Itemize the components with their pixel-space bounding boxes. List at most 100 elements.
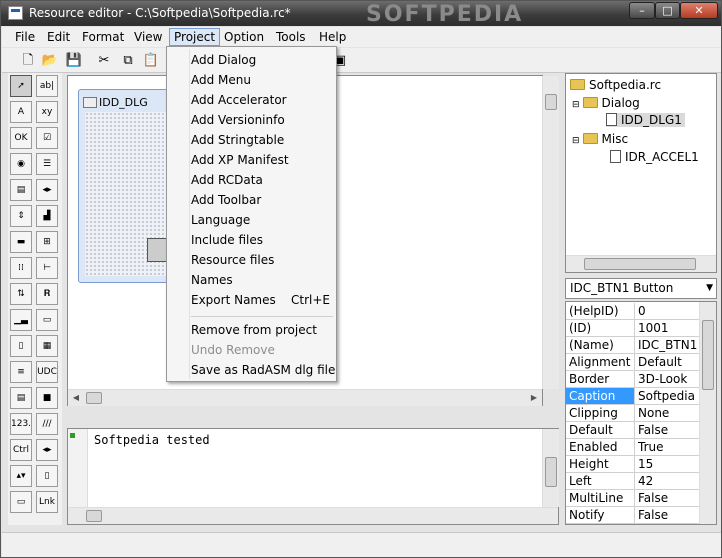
scroll-left-icon[interactable]: ◀: [68, 390, 84, 406]
richedit-tool[interactable]: ≡: [10, 361, 32, 383]
menu-project[interactable]: Project: [169, 28, 221, 46]
property-value[interactable]: 3D-Look: [636, 371, 699, 387]
property-row[interactable]: Notify False: [566, 507, 699, 524]
menu-item-include-files[interactable]: Include files: [191, 231, 263, 249]
output-vscrollbar[interactable]: [542, 429, 559, 507]
mdi-tool[interactable]: ▭: [10, 491, 32, 513]
menu-item-add-toolbar[interactable]: Add Toolbar: [191, 191, 261, 209]
hotkey-tool[interactable]: ///: [36, 413, 58, 435]
link-tool[interactable]: Lnk: [36, 491, 58, 513]
menu-view[interactable]: View: [130, 29, 166, 45]
tab-tool[interactable]: ▯: [10, 335, 32, 357]
output-hscroll-thumb[interactable]: [86, 510, 102, 522]
menu-item-add-dialog[interactable]: Add Dialog: [191, 51, 256, 69]
menu-item-add-accelerator[interactable]: Add Accelerator: [191, 91, 287, 109]
open-folder-icon[interactable]: 📂: [41, 52, 59, 69]
menu-help[interactable]: Help: [315, 29, 350, 45]
property-value[interactable]: IDC_BTN1: [636, 337, 699, 353]
copy-icon[interactable]: ⧉: [119, 52, 137, 69]
minimize-button[interactable]: –: [629, 2, 655, 19]
menu-item-export-names[interactable]: Export Names: [191, 291, 276, 309]
property-value[interactable]: False: [636, 507, 699, 523]
menu-item-add-versioninfo[interactable]: Add Versioninfo: [191, 111, 285, 129]
ipaddress-tool[interactable]: 123.: [10, 413, 32, 435]
menu-item-add-menu[interactable]: Add Menu: [191, 71, 251, 89]
tree-root[interactable]: Softpedia.rc: [570, 78, 661, 92]
progress-tool[interactable]: ▬: [10, 231, 32, 253]
menu-file[interactable]: File: [11, 29, 39, 45]
menu-item-add-xp-manifest[interactable]: Add XP Manifest: [191, 151, 289, 169]
props-vscroll-thumb[interactable]: [702, 320, 714, 390]
property-value[interactable]: False: [636, 422, 699, 438]
datetime-tool[interactable]: ▤: [10, 387, 32, 409]
tree-hscrollbar[interactable]: [566, 255, 716, 272]
treeview-tool[interactable]: ⊞: [36, 231, 58, 253]
updown-tool[interactable]: ⇕: [10, 205, 32, 227]
edittext-tool[interactable]: ab|: [36, 75, 58, 97]
menu-edit[interactable]: Edit: [43, 29, 74, 45]
ctrl-tool[interactable]: Ctrl: [10, 439, 32, 461]
property-value[interactable]: 0: [636, 303, 699, 319]
tree-item-idd-dlg1[interactable]: IDD_DLG1: [606, 113, 685, 127]
design-hscrollbar[interactable]: ◀ ▶: [68, 389, 542, 406]
property-row[interactable]: Left 42: [566, 473, 699, 490]
props-vscrollbar[interactable]: [699, 302, 716, 524]
pointer-tool[interactable]: ➚: [10, 75, 32, 97]
combobox-tool[interactable]: ▤: [10, 179, 32, 201]
property-row[interactable]: (HelpID) 0: [566, 303, 699, 320]
menu-option[interactable]: Option: [220, 29, 268, 45]
selected-button-control[interactable]: [147, 238, 167, 262]
property-value[interactable]: Softpedia: [636, 388, 699, 404]
title-bar[interactable]: Resource editor - C:\Softpedia\Softpedia…: [1, 1, 721, 27]
property-row[interactable]: MultiLine False: [566, 490, 699, 507]
maximize-button[interactable]: □: [655, 2, 680, 19]
image-tool[interactable]: ▟: [36, 205, 58, 227]
control-selector[interactable]: IDC_BTN1 Button ▼: [565, 278, 717, 299]
rebar-tool[interactable]: ▁▃: [10, 309, 32, 331]
static-text-tool[interactable]: A: [10, 101, 32, 123]
paste-icon[interactable]: 📋: [142, 52, 160, 69]
statusbar-tool[interactable]: ▭: [36, 309, 58, 331]
cut-icon[interactable]: ✂: [95, 52, 113, 69]
design-vscroll-thumb[interactable]: [545, 94, 557, 110]
tree-item-idr-accel1[interactable]: IDR_ACCEL1: [610, 150, 699, 164]
grid-tool[interactable]: ▦: [36, 335, 58, 357]
output-pane[interactable]: Softpedia tested: [67, 428, 559, 525]
listview-tool[interactable]: ⁞⁞: [10, 257, 32, 279]
spin-tool[interactable]: ⇅: [10, 283, 32, 305]
menu-item-add-rcdata[interactable]: Add RCData: [191, 171, 263, 189]
property-value[interactable]: 15: [636, 456, 699, 472]
property-value[interactable]: None: [636, 405, 699, 421]
radio-tool[interactable]: ◉: [10, 153, 32, 175]
design-vscrollbar[interactable]: [542, 76, 559, 389]
checkbox-tool[interactable]: ☑: [36, 127, 58, 149]
menu-item-save-as-radasm-dlg-file[interactable]: Save as RadASM dlg file: [191, 361, 335, 379]
property-row[interactable]: Clipping None: [566, 405, 699, 422]
property-row[interactable]: (Name) IDC_BTN1: [566, 337, 699, 354]
property-row[interactable]: Default False: [566, 422, 699, 439]
property-row[interactable]: (ID) 1001: [566, 320, 699, 337]
menu-item-remove-from-project[interactable]: Remove from project: [191, 321, 317, 339]
menu-item-resource-files[interactable]: Resource files: [191, 251, 274, 269]
collapse-icon[interactable]: ⊟: [572, 136, 580, 146]
design-hscroll-thumb[interactable]: [86, 392, 102, 404]
tree-misc-folder[interactable]: ⊟ Misc: [572, 132, 628, 146]
trackbar-tool[interactable]: ⊢: [36, 257, 58, 279]
output-vscroll-thumb[interactable]: [545, 457, 557, 487]
vscroll-tool[interactable]: ▴▾: [10, 465, 32, 487]
scroll-right-icon[interactable]: ▶: [526, 390, 542, 406]
output-hscrollbar[interactable]: [68, 507, 558, 524]
groupbox-tool[interactable]: xy: [36, 101, 58, 123]
tree-dialog-folder[interactable]: ⊟ Dialog: [572, 96, 640, 110]
property-row[interactable]: Border 3D-Look: [566, 371, 699, 388]
property-row[interactable]: Height 15: [566, 456, 699, 473]
new-file-icon[interactable]: 🗋: [19, 52, 37, 69]
property-row[interactable]: Enabled True: [566, 439, 699, 456]
menu-item-names[interactable]: Names: [191, 271, 233, 289]
button-tool[interactable]: OK: [10, 127, 32, 149]
collapse-icon[interactable]: ⊟: [572, 100, 580, 110]
property-value[interactable]: False: [636, 490, 699, 506]
menu-format[interactable]: Format: [78, 29, 128, 45]
property-value[interactable]: 1001: [636, 320, 699, 336]
menu-item-language[interactable]: Language: [191, 211, 250, 229]
